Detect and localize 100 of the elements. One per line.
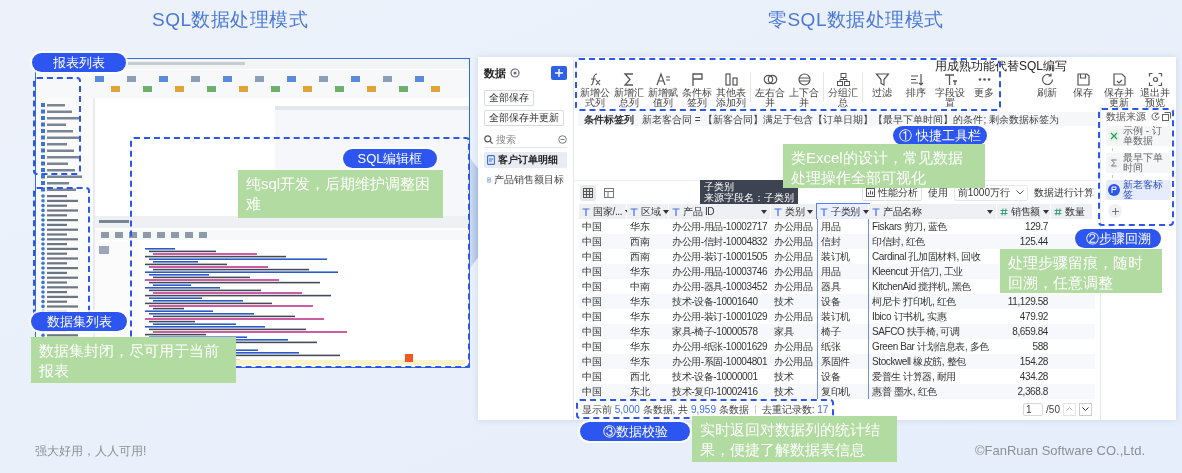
table-cell-text: 印信封, 红色 — [871, 235, 926, 249]
toolbar-button[interactable]: 上下合并 — [787, 72, 821, 108]
dataset-item[interactable]: 产品销售额目标 — [484, 171, 567, 188]
toolbar-button[interactable]: 字段设置 — [933, 72, 967, 108]
callout-note: 实时返回对数据列的统计结果，便捷了解数据表信息 — [692, 416, 897, 462]
toolbar-button[interactable]: 新增赋值列 — [646, 72, 680, 108]
table-cell-text: 2,368.8 — [1016, 385, 1049, 399]
callout-label: 报表列表 — [32, 53, 126, 72]
column-header[interactable]: 产品 ID — [669, 204, 771, 219]
table-cell-text: 西南 — [629, 235, 651, 249]
callout-label: 数据集列表 — [31, 312, 127, 331]
table-cell-text: 办公用品 — [773, 235, 814, 249]
panel-title: 数据来源 — [1106, 110, 1146, 124]
table-cell-text: 办公用品 — [773, 340, 814, 354]
table-cell-text: 中国 — [581, 220, 603, 234]
column-header[interactable]: 国家/... — [579, 204, 627, 219]
toolbar-button[interactable]: 保存并更新 — [1102, 72, 1136, 108]
step-item[interactable]: 新老客标签 — [1106, 180, 1171, 200]
table-cell-text: 办公用-器具-10003452 — [671, 280, 769, 294]
table-cell-text: 华东 — [629, 310, 651, 324]
callout-note: 纯sql开发，后期维护调整困难 — [238, 170, 443, 218]
toolbar-button[interactable]: 新增公式列 — [578, 72, 612, 108]
table-cell-text: 技术 — [773, 295, 795, 309]
table-cell-text: 479.92 — [1018, 310, 1049, 324]
table-cell-text: 技术 — [773, 385, 795, 399]
table-cell-text: 华东 — [629, 340, 651, 354]
search-field[interactable]: 搜索 — [496, 131, 548, 147]
tooltip-title: 子类别 — [704, 181, 734, 192]
page-total: /50 — [1046, 402, 1060, 417]
sidebar-button[interactable]: 全部保存并更新 — [484, 109, 564, 126]
toolbar-button[interactable]: 更多 — [967, 72, 1001, 98]
compute-label: 数据进行计算 — [1034, 186, 1094, 200]
table-cell-text: 中国 — [581, 385, 603, 399]
column-header[interactable]: 数量 — [1051, 204, 1093, 219]
step-item[interactable]: 最早下单时间 — [1106, 153, 1171, 173]
copyright-text: ©FanRuan Software CO.,Ltd. — [975, 442, 1145, 460]
toolbar-button[interactable]: 刷新 — [1030, 72, 1064, 108]
formula-text: 新老客合同 = 【新客合同】满足于包含【订单日期】【最早下单时间】的条件; 剩余数据标签为 — [642, 112, 1059, 127]
distinct-count: 去重记录数: 17 — [761, 402, 829, 417]
table-cell-text: 家具-椅子-10000578 — [671, 325, 759, 339]
column-header[interactable]: 子类别 — [817, 204, 869, 219]
dataset-item[interactable]: 客户订单明细 — [484, 151, 567, 168]
column-header[interactable]: 产品名称 — [869, 204, 997, 219]
callout-note: 数据集封闭，尽可用于当前报表 — [31, 337, 236, 383]
toolbar-button[interactable]: 左右合并 — [753, 72, 787, 108]
table-cell-text: Fiskars 剪刀, 蓝色 — [871, 220, 948, 234]
table-cell-text: SAFCO 扶手椅, 可调 — [871, 325, 961, 339]
table-cell-text: KitchenAid 搅拌机, 黑色 — [871, 280, 972, 294]
table-cell-text: 惠普 墨水, 红色 — [871, 385, 938, 399]
table-cell-text: 中国 — [581, 310, 603, 324]
column-header[interactable]: 类别 — [771, 204, 817, 219]
table-cell-text: 中国 — [581, 280, 603, 294]
table-cell-text: 办公用-用品-10002717 — [671, 220, 769, 234]
callout-label: ②步骤回溯 — [1075, 229, 1161, 248]
table-cell-text: Ibico 订书机, 实惠 — [871, 310, 948, 324]
table-cell-text: 技术-复印-10002416 — [671, 385, 759, 399]
table-cell-text: 中国 — [581, 340, 603, 354]
table-cell-text: 柯尼卡 打印机, 红色 — [871, 295, 957, 309]
table-cell-text: 125.44 — [1018, 235, 1049, 249]
toolbar-button[interactable]: 排序 — [899, 72, 933, 98]
table-cell-text: 中国 — [581, 265, 603, 279]
toolbar-button[interactable]: 分组汇总 — [826, 72, 860, 108]
table-cell-text: 办公用品 — [773, 250, 814, 264]
toolbar-button[interactable]: 其他表添加列 — [714, 72, 748, 108]
table-cell-text: 8,659.84 — [1011, 325, 1049, 339]
table-cell-text: Kleencut 开信刀, 工业 — [871, 265, 964, 279]
table-cell-text: 办公用-用品-10003746 — [671, 265, 769, 279]
table-cell-text: 中国 — [581, 250, 603, 264]
table-cell-text: Green Bar 计划信息表, 多色 — [871, 340, 990, 354]
table-cell-text: 技术 — [773, 370, 795, 384]
table-cell-text: 办公用品 — [773, 280, 814, 294]
toolbar-button[interactable]: 新增汇总列 — [612, 72, 646, 108]
table-cell-text: 华东 — [629, 355, 651, 369]
column-header[interactable]: 销售额 — [997, 204, 1051, 219]
table-cell-text: 东北 — [629, 385, 651, 399]
table-cell-text: Stockwell 橡皮筋, 整包 — [871, 355, 967, 369]
table-cell-text: 办公用-纸张-10001629 — [671, 340, 769, 354]
sidebar-title: 数据 — [484, 66, 506, 81]
table-cell: 复印机 — [817, 384, 869, 399]
table-cell-text: 11,129.58 — [1006, 295, 1049, 309]
toolbar-button[interactable]: 条件标签列 — [680, 72, 714, 108]
table-cell-text: 办公用品 — [773, 310, 814, 324]
toolbar-button[interactable]: 过滤 — [865, 72, 899, 98]
table-cell-text: 办公用-信封-10004832 — [671, 235, 769, 249]
toolbar-button[interactable]: 保存 — [1066, 72, 1100, 108]
step-item[interactable]: 示例 - 订单数据 — [1106, 126, 1171, 146]
column-header[interactable]: 区域 — [627, 204, 669, 219]
callout-note: 处理步骤留痕，随时回溯，任意调整 — [1000, 249, 1162, 293]
tooltip-text: 来源字段名：子类别 — [704, 192, 794, 203]
table-cell-text: 434.28 — [1018, 370, 1049, 384]
table-cell-text: 华东 — [629, 295, 651, 309]
table-cell-text: 办公用品 — [773, 265, 814, 279]
callout-label: SQL编辑框 — [343, 149, 437, 168]
callout-label: ③数据校验 — [580, 422, 690, 441]
page-input[interactable]: 1 — [1023, 402, 1044, 416]
sidebar-button[interactable]: 全部保存 — [484, 89, 534, 106]
table-cell-text: 588 — [1031, 340, 1049, 354]
table-cell-text: 技术-设备-10001640 — [671, 295, 759, 309]
toolbar-button[interactable]: 退出并预览 — [1138, 72, 1172, 108]
table-cell-text: 中国 — [581, 325, 603, 339]
